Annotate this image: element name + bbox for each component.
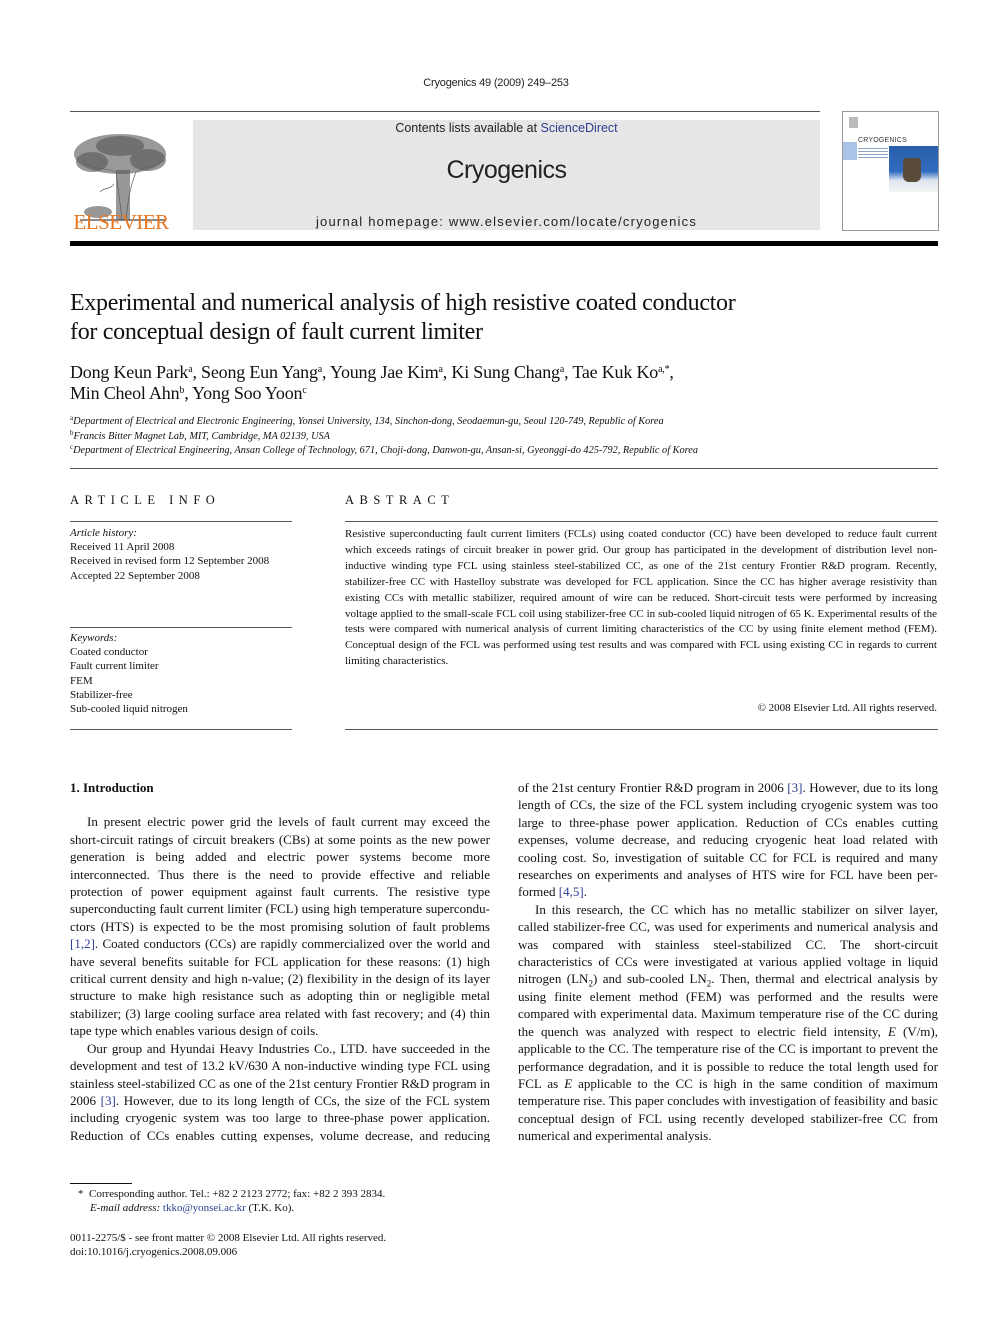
paragraph-continued: of the 21st century Frontier R&D program… bbox=[518, 780, 938, 900]
abstract-text: Resistive superconducting fault current … bbox=[345, 528, 937, 668]
citation-link[interactable]: [4,5] bbox=[559, 884, 584, 899]
history-label: Article history: bbox=[70, 527, 137, 539]
author-list: Dong Keun Parka, Seong Eun Yanga, Young … bbox=[70, 362, 674, 403]
cover-contents-lines bbox=[858, 146, 888, 160]
history-item: Received in revised form 12 September 20… bbox=[70, 555, 270, 568]
paragraph: In this research, the CC which has no me… bbox=[518, 901, 939, 1144]
running-head: Cryogenics 49 (2009) 249–253 bbox=[423, 77, 569, 89]
affiliations-rule bbox=[70, 468, 938, 469]
article-history: Article history: Received 11 April 2008 … bbox=[70, 526, 290, 583]
title-line-1: Experimental and numerical analysis of h… bbox=[70, 290, 736, 316]
elsevier-wordmark: ELSEVIER bbox=[73, 210, 169, 234]
keyword: Stabilizer-free bbox=[70, 688, 133, 701]
article-title: Experimental and numerical analysis of h… bbox=[70, 289, 910, 347]
author: Min Cheol Ahnb bbox=[70, 383, 185, 403]
history-item: Accepted 22 September 2008 bbox=[70, 569, 200, 582]
affiliation: bFrancis Bitter Magnet Lab, MIT, Cambrid… bbox=[70, 428, 330, 442]
issn-line: 0011-2275/$ - see front matter © 2008 El… bbox=[70, 1232, 387, 1244]
keyword: Fault current limiter bbox=[70, 660, 159, 673]
keywords: Keywords: Coated conductor Fault current… bbox=[70, 631, 290, 716]
keywords-rule bbox=[70, 627, 292, 628]
section-heading-introduction: 1. Introduction bbox=[70, 780, 154, 795]
body-column-left: 1. Introduction In present electric powe… bbox=[70, 779, 490, 1142]
keyword: FEM bbox=[70, 674, 93, 687]
history-item: Received 11 April 2008 bbox=[70, 541, 175, 554]
contents-line: Contents lists available at ScienceDirec… bbox=[193, 121, 820, 135]
journal-name: Cryogenics bbox=[446, 156, 567, 184]
affiliation: cDepartment of Electrical Engineering, A… bbox=[70, 443, 699, 457]
affiliation: aDepartment of Electrical and Electronic… bbox=[70, 414, 664, 428]
article-info-heading: ARTICLE INFO bbox=[70, 493, 221, 507]
author: Seong Eun Yanga bbox=[201, 362, 323, 382]
abstract-copyright: © 2008 Elsevier Ltd. All rights reserved… bbox=[757, 702, 937, 714]
doi-link[interactable]: doi:10.1016/j.cryogenics.2008.09.006 bbox=[70, 1245, 510, 1259]
journal-homepage[interactable]: journal homepage: www.elsevier.com/locat… bbox=[193, 214, 820, 229]
abstract-rule bbox=[345, 521, 938, 522]
front-matter: 0011-2275/$ - see front matter © 2008 El… bbox=[70, 1231, 510, 1259]
citation-link[interactable]: [3] bbox=[101, 1093, 116, 1108]
cover-color-block bbox=[843, 142, 857, 160]
corresponding-author-footnote: * Corresponding author. Tel.: +82 2 2123… bbox=[78, 1188, 386, 1215]
cover-logo-icon bbox=[849, 117, 858, 128]
contents-prefix: Contents lists available at bbox=[395, 121, 541, 135]
title-line-2: for conceptual design of fault current l… bbox=[70, 319, 483, 345]
paragraph: Our group and Hyundai Heavy Industries C… bbox=[70, 1040, 490, 1142]
abstract-heading: ABSTRACT bbox=[345, 493, 455, 507]
affiliations: aDepartment of Electrical and Electronic… bbox=[70, 415, 950, 459]
journal-cover-thumbnail: CRYOGENICS bbox=[842, 111, 939, 231]
article-info-rule bbox=[70, 521, 292, 522]
cover-apparatus-icon bbox=[903, 158, 921, 182]
keyword: Sub-cooled liquid nitrogen bbox=[70, 703, 188, 716]
author-corresponding[interactable]: Tae Kuk Koa,* bbox=[572, 362, 669, 382]
footnote-star: * bbox=[78, 1188, 84, 1200]
footnote-rule bbox=[70, 1183, 132, 1184]
abstract-bottom-rule bbox=[345, 729, 938, 730]
keywords-label: Keywords: bbox=[70, 632, 118, 644]
article-info-bottom-rule bbox=[70, 729, 292, 730]
cover-title: CRYOGENICS bbox=[858, 137, 907, 144]
citation-link[interactable]: [3] bbox=[787, 780, 802, 795]
paragraph: In present electric power grid the level… bbox=[70, 814, 490, 1039]
header-rule bbox=[70, 111, 820, 112]
author: Young Jae Kima bbox=[329, 362, 443, 382]
body-column-right: of the 21st century Frontier R&D program… bbox=[518, 779, 938, 1145]
author: Ki Sung Changa bbox=[451, 362, 565, 382]
author: Yong Soo Yoonc bbox=[192, 383, 307, 403]
sciencedirect-link[interactable]: ScienceDirect bbox=[541, 121, 618, 135]
author: Dong Keun Parka bbox=[70, 362, 193, 382]
masthead-thick-rule bbox=[70, 241, 938, 246]
citation-link[interactable]: [1,2] bbox=[70, 936, 95, 951]
cover-photo bbox=[889, 146, 938, 192]
email-link[interactable]: tkko@yonsei.ac.kr bbox=[163, 1202, 246, 1214]
keyword: Coated conductor bbox=[70, 646, 148, 659]
